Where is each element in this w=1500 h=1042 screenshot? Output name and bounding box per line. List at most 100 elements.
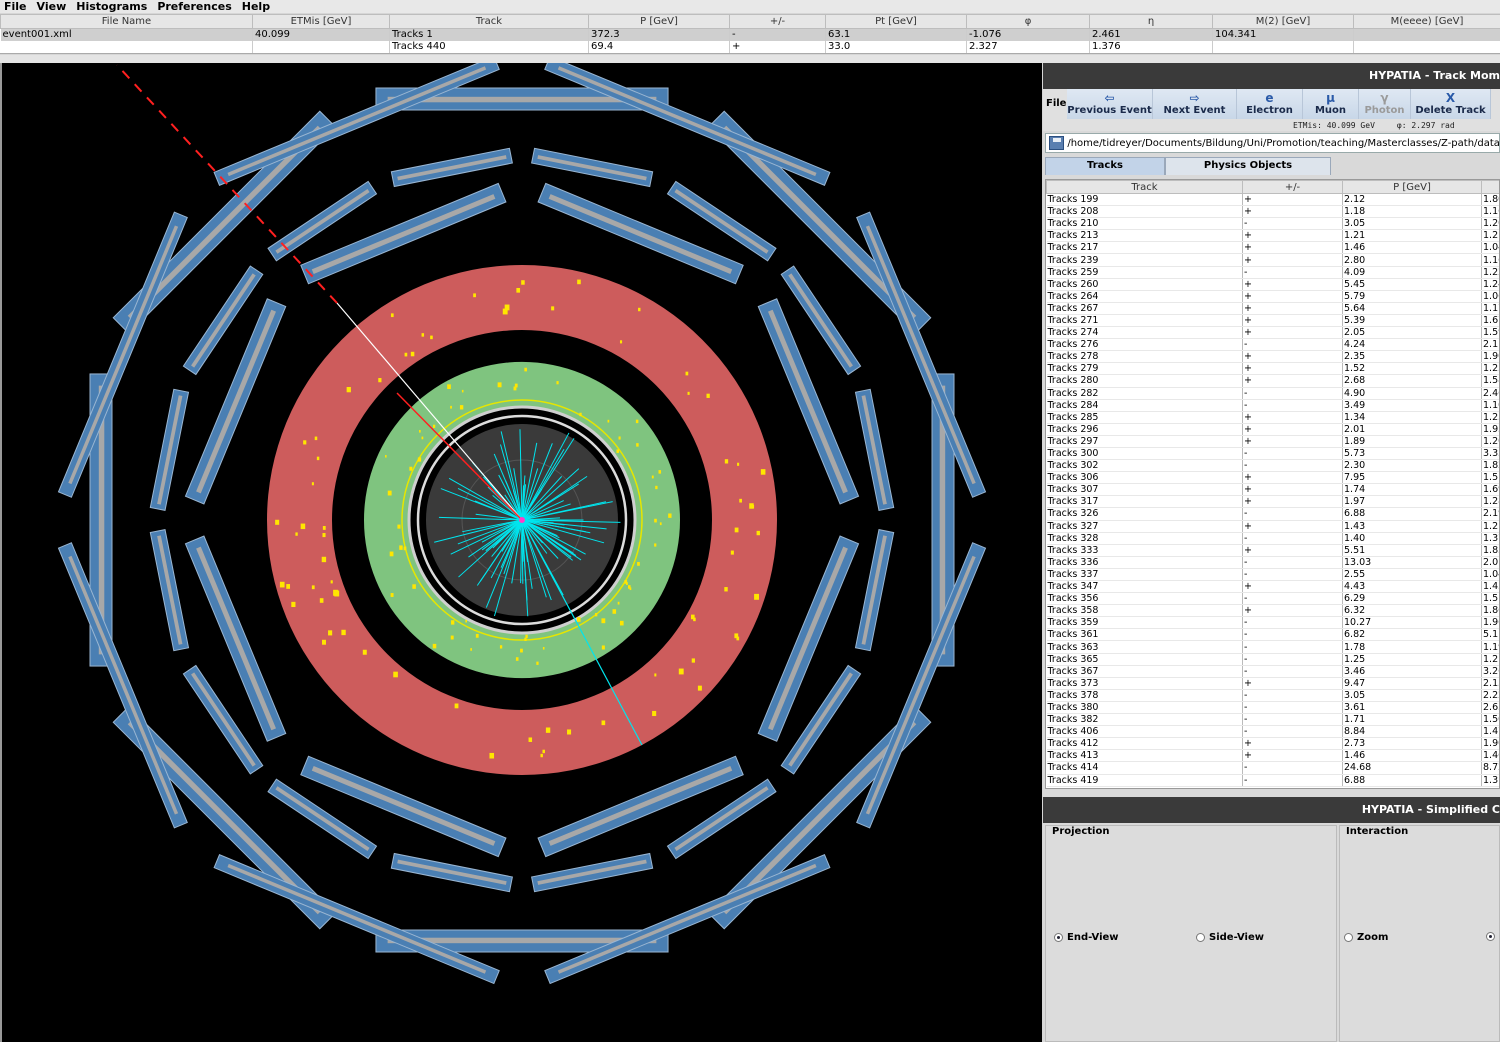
table-row[interactable]: Tracks 280+2.681.58 <box>1046 374 1499 388</box>
file-path-field[interactable]: /home/tidreyer/Documents/Bildung/Uni/Pro… <box>1045 133 1500 153</box>
calorimeter-hit <box>322 533 326 538</box>
table-row[interactable]: Tracks 419-6.881.31 <box>1046 774 1499 787</box>
table-row[interactable]: Tracks 358+6.321.86 <box>1046 604 1499 618</box>
table-row[interactable]: Tracks 297+1.891.20 <box>1046 435 1499 448</box>
table-row[interactable]: Tracks 412+2.731.90 <box>1046 737 1499 751</box>
table-row[interactable]: Tracks 414-24.688.72 <box>1046 761 1499 775</box>
table-row[interactable]: Tracks 199+2.121.80 <box>1046 193 1499 207</box>
table-row[interactable]: Tracks 359-10.271.96 <box>1046 616 1499 630</box>
save-icon[interactable] <box>1049 136 1065 150</box>
menu-help[interactable]: Help <box>237 0 275 13</box>
table-row[interactable]: Tracks 365-1.251.21 <box>1046 653 1499 666</box>
detector-canvas[interactable] <box>2 63 1042 1042</box>
table-row[interactable]: Tracks 300-5.733.35 <box>1046 447 1499 461</box>
table-row[interactable]: Tracks 271+5.391.67 <box>1046 314 1499 328</box>
table-row[interactable]: Tracks 284-3.491.10 <box>1046 399 1499 412</box>
event-display[interactable] <box>0 63 1042 1042</box>
photon-button[interactable]: γ Photon <box>1359 89 1411 119</box>
table-row[interactable]: Tracks 347+4.431.45 <box>1046 580 1499 594</box>
table-row[interactable]: Tracks 267+5.641.17 <box>1046 302 1499 315</box>
col-p[interactable]: P [GeV] <box>1342 180 1482 194</box>
table-row[interactable]: Tracks 336-13.032.01 <box>1046 556 1499 569</box>
calorimeter-hit <box>328 630 333 636</box>
table-row[interactable]: Tracks 279+1.521.23 <box>1046 362 1499 376</box>
table-row[interactable]: Tracks 274+2.051.59 <box>1046 326 1499 340</box>
col-track[interactable]: Track <box>389 14 589 29</box>
table-row[interactable]: Tracks 217+1.461.04 <box>1046 241 1499 255</box>
col-meeee[interactable]: M(eeee) [GeV] <box>1353 14 1500 29</box>
table-row[interactable]: Tracks 367-3.463.26 <box>1046 665 1499 678</box>
calorimeter-hit <box>751 504 755 509</box>
col-file-name[interactable]: File Name <box>0 14 253 29</box>
table-row[interactable]: Tracks 260+5.451.24 <box>1046 278 1499 291</box>
table-row[interactable]: Tracks 210-3.051.20 <box>1046 217 1499 231</box>
electron-icon: e <box>1265 91 1274 105</box>
menu-histograms[interactable]: Histograms <box>71 0 152 13</box>
table-row[interactable]: Tracks 208+1.181.16 <box>1046 205 1499 219</box>
col-eta[interactable]: η <box>1089 14 1213 29</box>
table-row[interactable]: Tracks 317+1.971.28 <box>1046 495 1499 509</box>
col-pt[interactable]: Pt [GeV] <box>825 14 967 29</box>
end-view-radio[interactable]: End-View <box>1054 932 1119 943</box>
table-row[interactable]: Tracks 278+2.351.90 <box>1046 350 1499 364</box>
next-event-button[interactable]: ⇨ Next Event <box>1153 89 1237 119</box>
table-cell: Tracks 282 <box>1046 387 1243 400</box>
table-row[interactable]: Tracks 363-1.781.19 <box>1046 640 1499 654</box>
table-row[interactable]: Tracks 327+1.431.21 <box>1046 520 1499 533</box>
zoom-label: Zoom <box>1357 932 1389 943</box>
table-cell: 1.46 <box>1342 241 1482 255</box>
table-row[interactable]: Tracks 239+2.801.16 <box>1046 253 1499 267</box>
table-row[interactable]: Tracks 302-2.301.82 <box>1046 459 1499 473</box>
muon-chamber <box>390 852 513 893</box>
table-row[interactable]: Tracks 326-6.882.19 <box>1046 507 1499 521</box>
side-view-radio[interactable]: Side-View <box>1196 932 1264 943</box>
em-hit <box>385 455 387 458</box>
table-row[interactable]: Tracks 306+7.951.51 <box>1046 471 1499 485</box>
table-row[interactable]: Tracks 264+5.791.06 <box>1046 290 1499 303</box>
table-cell: + <box>1242 290 1343 303</box>
table-row[interactable]: Tracks 380-3.612.63 <box>1046 701 1499 715</box>
interaction-radio-2[interactable] <box>1486 932 1495 941</box>
toolbar-file-menu[interactable]: File <box>1043 89 1067 119</box>
table-cell: Tracks 406 <box>1046 725 1243 739</box>
previous-event-button[interactable]: ⇦ Previous Event <box>1067 89 1153 119</box>
menu-view[interactable]: View <box>32 0 72 13</box>
menu-file[interactable]: File <box>0 0 32 13</box>
table-row[interactable]: Tracks 406-8.841.47 <box>1046 725 1499 739</box>
table-row[interactable]: Tracks 413+1.461.46 <box>1046 749 1499 763</box>
table-row[interactable]: Tracks 285+1.341.23 <box>1046 411 1499 424</box>
delete-track-button[interactable]: X Delete Track <box>1411 89 1491 119</box>
table-row[interactable]: Tracks 307+1.741.69 <box>1046 483 1499 497</box>
menu-preferences[interactable]: Preferences <box>152 0 236 13</box>
col-pt[interactable] <box>1481 180 1499 194</box>
col-phi[interactable]: φ <box>966 14 1090 29</box>
table-row[interactable]: Tracks 337-2.551.04 <box>1046 568 1499 582</box>
col-etmis[interactable]: ETMis [GeV] <box>252 14 390 29</box>
col-charge[interactable]: +/- <box>1242 180 1343 194</box>
tab-tracks[interactable]: Tracks <box>1045 157 1165 175</box>
col-charge[interactable]: +/- <box>729 14 826 29</box>
zoom-radio[interactable]: Zoom <box>1344 932 1388 943</box>
table-row[interactable]: Tracks 328-1.401.37 <box>1046 532 1499 545</box>
table-cell: 1.46 <box>1342 749 1482 763</box>
table-row[interactable]: Tracks 382-1.711.50 <box>1046 713 1499 727</box>
table-row[interactable]: Tracks 356-6.291.51 <box>1046 592 1499 606</box>
summary-row[interactable]: event001.xml 40.099 Tracks 1 372.3-63.1 -1.0… <box>0 28 1500 41</box>
table-row[interactable]: Tracks 213+1.211.21 <box>1046 229 1499 243</box>
table-row[interactable]: Tracks 361-6.825.11 <box>1046 628 1499 642</box>
muon-button[interactable]: μ Muon <box>1303 89 1359 119</box>
summary-row[interactable]: Tracks 440 69.4 +33.0 2.327 1.376 <box>0 40 1500 53</box>
table-row[interactable]: Tracks 378-3.052.22 <box>1046 689 1499 702</box>
table-row[interactable]: Tracks 282-4.902.46 <box>1046 387 1499 400</box>
col-track[interactable]: Track <box>1046 180 1243 194</box>
table-row[interactable]: Tracks 259-4.091.22 <box>1046 266 1499 279</box>
table-row[interactable]: Tracks 296+2.011.95 <box>1046 423 1499 436</box>
table-row[interactable]: Tracks 333+5.511.85 <box>1046 544 1499 557</box>
table-row[interactable]: Tracks 373+9.472.15 <box>1046 677 1499 690</box>
electron-button[interactable]: e Electron <box>1237 89 1303 119</box>
col-p[interactable]: P [GeV] <box>588 14 730 29</box>
calorimeter-hit <box>322 639 326 645</box>
tab-physics-objects[interactable]: Physics Objects <box>1165 157 1331 175</box>
table-row[interactable]: Tracks 276-4.242.11 <box>1046 338 1499 352</box>
col-m2[interactable]: M(2) [GeV] <box>1212 14 1354 29</box>
